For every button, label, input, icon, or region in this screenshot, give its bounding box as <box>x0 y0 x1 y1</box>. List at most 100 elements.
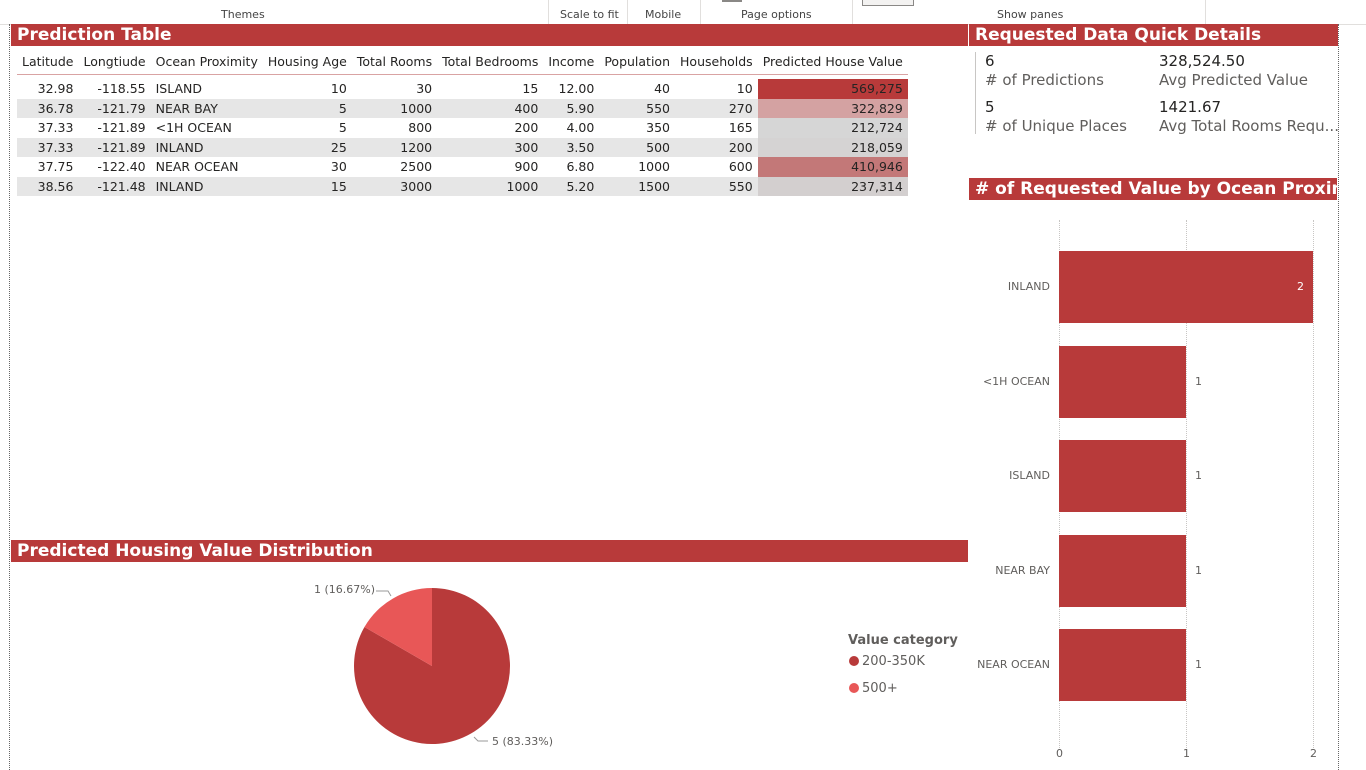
table-cell: 37.33 <box>17 137 79 157</box>
ribbon-separator <box>548 0 549 24</box>
legend-item-200-350k[interactable]: 200-350K <box>849 654 925 669</box>
table-cell: 12.00 <box>558 81 595 97</box>
table-cell: 1200 <box>351 137 438 157</box>
prediction-table-title: Prediction Table <box>11 24 968 46</box>
table-cell: 350 <box>646 120 671 136</box>
table-cell: -121.79 <box>78 98 151 118</box>
num-predictions-label: # of Predictions <box>985 71 1104 89</box>
column-header[interactable]: Population <box>599 48 676 75</box>
table-row[interactable]: 38.56 -121.48 INLAND 15 3000 1000 5.20 1500 550 2… <box>17 176 908 196</box>
data-label: 2 <box>1297 280 1304 293</box>
bar[interactable] <box>1059 440 1186 512</box>
table-cell: 6.80 <box>566 159 595 175</box>
ribbon: Themes Scale to fit Mobile Page options … <box>0 0 1366 25</box>
table-body: 32.98 -118.55 ISLAND 10 30 15 12.00 40 10 569,275… <box>17 75 908 196</box>
table-row[interactable]: 37.75 -122.40 NEAR OCEAN 30 2500 900 6.80 1000 6… <box>17 157 908 177</box>
data-label: 1 <box>1195 658 1202 671</box>
ribbon-separator <box>1205 0 1206 24</box>
ribbon-group-scale-to-fit[interactable]: Scale to fit <box>560 8 619 21</box>
num-unique-places-value: 5 <box>985 98 995 116</box>
table-cell: 32.98 <box>37 81 74 97</box>
table-cell: 10 <box>330 81 347 97</box>
ribbon-checkbox-stub[interactable] <box>722 0 742 2</box>
pie-chart-title: Predicted Housing Value Distribution <box>11 540 968 562</box>
ribbon-group-show-panes[interactable]: Show panes <box>997 8 1063 21</box>
ribbon-separator <box>627 0 628 24</box>
table-cell: 2500 <box>400 159 433 175</box>
ocean-proximity-bar-chart[interactable]: INLAND 2 <1H OCEAN 1 ISLAND 1 NEAR BAY 1 NEAR OC… <box>970 205 1338 770</box>
table-cell: 800 <box>408 120 433 136</box>
table-cell: 1000 <box>351 98 438 118</box>
column-header[interactable]: Housing Age <box>262 48 352 75</box>
column-header[interactable]: Longtiude <box>78 48 151 75</box>
pie-slice-label-500-plus: 1 (16.67%) <box>314 583 376 596</box>
canvas-border-left <box>9 24 10 770</box>
table-cell: 37.33 <box>37 120 74 136</box>
bar[interactable] <box>1059 251 1313 323</box>
legend-dot-icon <box>849 656 859 666</box>
table-cell: INLAND <box>150 137 263 157</box>
table-cell: 3000 <box>351 176 438 196</box>
column-header[interactable]: Total Rooms <box>351 48 438 75</box>
table-row[interactable]: 32.98 -118.55 ISLAND 10 30 15 12.00 40 10 569,275 <box>17 79 908 99</box>
table-row[interactable]: 37.33 -121.89 INLAND 25 1200 300 3.50 500 200 218… <box>17 137 908 157</box>
value-distribution-pie-chart[interactable] <box>350 585 520 755</box>
table-cell: 1000 <box>638 159 671 175</box>
table-cell: 36.78 <box>17 98 79 118</box>
ribbon-separator <box>700 0 701 24</box>
ribbon-group-mobile[interactable]: Mobile <box>645 8 681 21</box>
data-label: 1 <box>1195 374 1202 388</box>
table-cell: INLAND <box>150 176 263 196</box>
ribbon-group-themes[interactable]: Themes <box>221 8 265 21</box>
legend-dot-icon <box>849 683 859 693</box>
table-cell: 165 <box>728 120 753 136</box>
column-header[interactable]: Ocean Proximity <box>150 48 263 75</box>
table-cell: 5.20 <box>543 176 600 196</box>
table-cell: 40 <box>654 81 671 97</box>
legend-item-500-plus[interactable]: 500+ <box>849 681 898 696</box>
table-cell: 900 <box>514 159 539 175</box>
table-cell: 1500 <box>599 176 676 196</box>
column-header[interactable]: Households <box>675 48 758 75</box>
bar[interactable] <box>1059 534 1186 607</box>
bar[interactable] <box>1059 345 1186 418</box>
ribbon-button-stub[interactable] <box>862 0 914 6</box>
bar-chart-title: # of Requested Value by Ocean Proximity <box>969 178 1337 200</box>
column-header[interactable]: Income <box>543 48 600 75</box>
table-cell: 270 <box>675 98 758 118</box>
predicted-value-cell: 218,059 <box>757 137 908 157</box>
table-row[interactable]: 36.78 -121.79 NEAR BAY 5 1000 400 5.90 550 270 32… <box>17 98 908 118</box>
column-header[interactable]: Predicted House Value <box>757 48 908 75</box>
legend-item-label: 500+ <box>862 681 898 696</box>
table-cell: NEAR OCEAN <box>155 159 239 175</box>
bar[interactable] <box>1059 629 1186 701</box>
column-header[interactable]: Total Bedrooms <box>437 48 544 75</box>
table-cell: 200 <box>675 137 758 157</box>
ribbon-separator <box>852 0 853 24</box>
x-tick-label: 1 <box>1183 747 1190 760</box>
category-label: INLAND <box>1007 280 1050 293</box>
card-divider <box>975 52 976 134</box>
canvas-border-right <box>1338 24 1339 770</box>
num-predictions-value: 6 <box>985 52 995 70</box>
table-cell: 30 <box>416 81 433 97</box>
gridline <box>1313 220 1314 750</box>
category-label: ISLAND <box>1009 469 1050 482</box>
ribbon-group-page-options[interactable]: Page options <box>741 8 812 21</box>
table-cell: 600 <box>728 159 753 175</box>
table-cell: -121.89 <box>78 137 151 157</box>
table-cell: 300 <box>437 137 544 157</box>
table-cell: -118.55 <box>97 81 146 97</box>
table-row[interactable]: 37.33 -121.89 <1H OCEAN 5 800 200 4.00 350 165 21… <box>17 118 908 138</box>
legend-item-label: 200-350K <box>862 654 925 669</box>
predicted-value-cell: 322,829 <box>757 98 908 118</box>
table-cell: 10 <box>736 81 753 97</box>
table-cell: 30 <box>330 159 347 175</box>
x-tick-label: 2 <box>1310 747 1317 760</box>
prediction-table[interactable]: Latitude Longtiude Ocean Proximity Housing … <box>17 48 908 196</box>
table-cell: 550 <box>599 98 676 118</box>
column-header[interactable]: Latitude <box>17 48 79 75</box>
table-cell: 1000 <box>437 176 544 196</box>
table-cell: 37.75 <box>37 159 74 175</box>
pie-slice-label-200-350k: 5 (83.33%) <box>492 735 554 748</box>
